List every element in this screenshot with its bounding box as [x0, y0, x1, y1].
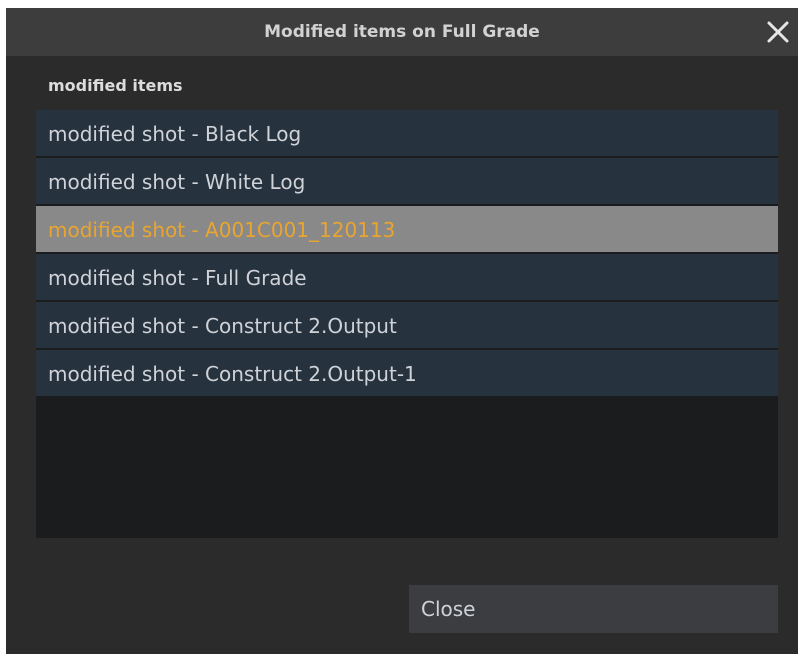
list-rows: modified shot - Black Log modified shot … [36, 110, 778, 398]
close-button[interactable]: Close [409, 585, 778, 633]
modified-items-list[interactable]: modified items modified shot - Black Log… [36, 64, 778, 538]
close-icon-glyph [767, 21, 789, 43]
list-item[interactable]: modified shot - White Log [36, 158, 778, 206]
list-item[interactable]: modified shot - Full Grade [36, 254, 778, 302]
list-item[interactable]: modified shot - Black Log [36, 110, 778, 158]
list-header: modified items [36, 64, 778, 110]
modified-items-dialog: Modified items on Full Grade modified it… [6, 8, 798, 654]
dialog-title: Modified items on Full Grade [264, 22, 540, 42]
close-icon[interactable] [764, 18, 792, 46]
list-item[interactable]: modified shot - Construct 2.Output-1 [36, 350, 778, 398]
list-item[interactable]: modified shot - A001C001_120113 [36, 206, 778, 254]
title-bar: Modified items on Full Grade [6, 8, 798, 56]
list-item[interactable]: modified shot - Construct 2.Output [36, 302, 778, 350]
